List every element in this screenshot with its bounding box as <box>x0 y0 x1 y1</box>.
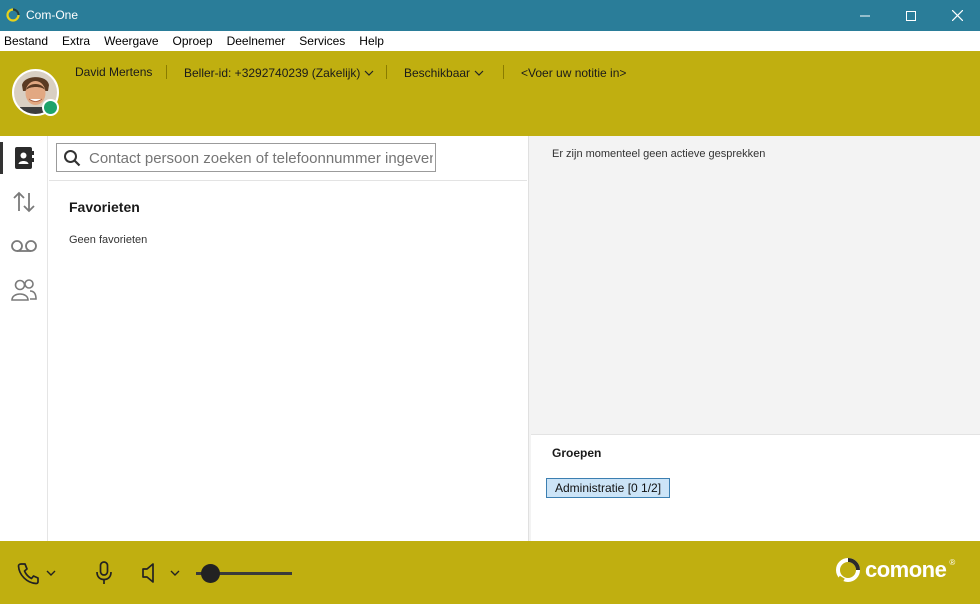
logo-text: comone <box>865 557 947 582</box>
favorites-empty: Geen favorieten <box>69 234 148 246</box>
minimize-button[interactable] <box>842 0 888 31</box>
close-button[interactable] <box>934 0 980 31</box>
search-field[interactable] <box>56 143 436 172</box>
status-dropdown[interactable]: Beschikbaar <box>404 66 484 80</box>
speaker-button[interactable] <box>138 561 162 585</box>
minimize-icon <box>860 15 870 16</box>
contacts-pane: Favorieten Geen favorieten <box>49 136 527 541</box>
menu-deelnemer[interactable]: Deelnemer <box>227 34 286 48</box>
search-icon <box>64 150 81 167</box>
volume-slider-thumb[interactable] <box>200 564 220 583</box>
search-bar <box>49 136 527 181</box>
group-item[interactable]: Administratie [0 1/2] <box>546 478 671 498</box>
close-icon <box>951 10 963 21</box>
menu-oproep[interactable]: Oproep <box>173 34 213 48</box>
nav-voicemail[interactable] <box>0 224 48 268</box>
status-label: Beschikbaar <box>404 66 471 80</box>
voicemail-icon <box>11 240 37 252</box>
microphone-icon <box>96 561 112 584</box>
menu-services[interactable]: Services <box>299 34 345 48</box>
menu-extra[interactable]: Extra <box>62 34 90 48</box>
header-divider <box>166 65 167 79</box>
chevron-down-icon <box>170 570 180 576</box>
menu-help[interactable]: Help <box>359 34 384 48</box>
chevron-down-icon <box>474 70 484 76</box>
maximize-icon <box>906 10 916 21</box>
speaker-options-dropdown[interactable] <box>168 567 182 579</box>
chevron-down-icon <box>365 70 374 76</box>
groups-icon <box>11 279 37 301</box>
comone-logo: comone ® <box>834 556 955 584</box>
nav-contacts[interactable] <box>0 136 48 180</box>
chevron-down-icon <box>46 570 56 576</box>
note-field[interactable]: <Voer uw notitie in> <box>521 66 626 80</box>
maximize-button[interactable] <box>888 0 934 31</box>
title-bar: Com-One <box>0 0 980 31</box>
caller-id-dropdown[interactable]: Beller-id: +3292740239 (Zakelijk) <box>184 66 374 80</box>
calls-pane: Er zijn momenteel geen actieve gesprekke… <box>528 136 980 541</box>
footer-bar: comone ® <box>0 541 980 604</box>
nav-groups[interactable] <box>0 268 48 312</box>
nav-rail <box>0 136 48 541</box>
menu-bestand[interactable]: Bestand <box>4 34 48 48</box>
call-history-icon <box>13 191 35 213</box>
comone-icon <box>6 8 20 22</box>
header-divider <box>503 65 504 79</box>
no-active-calls: Er zijn momenteel geen actieve gesprekke… <box>552 148 766 160</box>
search-input[interactable] <box>89 147 433 169</box>
presence-indicator <box>42 99 59 116</box>
window-title: Com-One <box>26 8 79 22</box>
caller-id-label: Beller-id: +3292740239 (Zakelijk) <box>184 66 361 80</box>
user-header: David Mertens Beller-id: +3292740239 (Za… <box>0 51 980 136</box>
logo-registered: ® <box>949 558 955 567</box>
phone-icon <box>17 563 39 585</box>
microphone-button[interactable] <box>92 560 116 586</box>
user-name: David Mertens <box>75 65 153 79</box>
menu-weergave[interactable]: Weergave <box>104 34 158 48</box>
favorites-title: Favorieten <box>69 199 140 215</box>
call-options-dropdown[interactable] <box>44 567 58 579</box>
groups-title: Groepen <box>552 446 602 460</box>
nav-call-history[interactable] <box>0 180 48 224</box>
comone-logo-mark-icon <box>836 558 860 582</box>
menu-bar: Bestand Extra Weergave Oproep Deelnemer … <box>0 31 980 51</box>
call-button[interactable] <box>14 561 42 585</box>
groups-panel: Groepen Administratie [0 1/2] <box>531 434 980 541</box>
speaker-icon <box>142 563 154 583</box>
contacts-icon <box>15 147 34 169</box>
header-divider <box>386 65 387 79</box>
